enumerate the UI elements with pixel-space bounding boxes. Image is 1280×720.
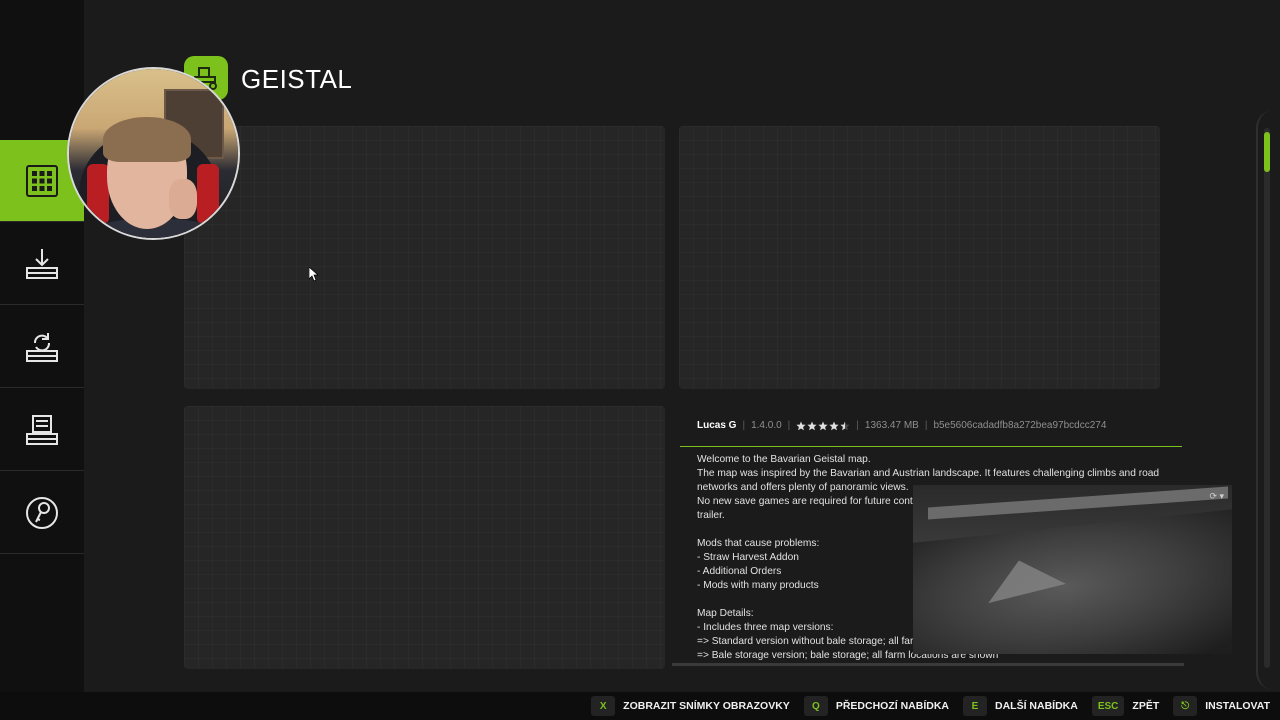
star-icon	[829, 421, 839, 430]
description-line: The map was inspired by the Bavarian and…	[697, 468, 1160, 479]
mod-meta: Lucas G | 1.4.0.0 | | 1363.47 MB | b5e56…	[697, 420, 1107, 431]
star-icon	[796, 421, 806, 430]
rating-stars	[796, 421, 850, 431]
footer-action-label: INSTALOVAT	[1205, 700, 1270, 712]
description-bottom-border	[672, 663, 1184, 666]
footer-action-label: ZPĚT	[1132, 700, 1160, 712]
page-title: GEISTAL	[241, 64, 353, 94]
star-icon	[840, 421, 850, 430]
key-hint: E	[963, 696, 987, 716]
sidebar-item-dlc[interactable]	[0, 472, 84, 554]
footer-action-label: PŘEDCHOZÍ NABÍDKA	[835, 700, 949, 712]
footer-action-zobrazit-snímky-obrazovky[interactable]: X ZOBRAZIT SNÍMKY OBRAZOVKY	[591, 696, 790, 716]
footer-action-další-nabídka[interactable]: E DALŠÍ NABÍDKA	[963, 696, 1078, 716]
video-overlay: ⟳ ▾	[913, 485, 1232, 654]
footer-action-předchozí-nabídka[interactable]: Q PŘEDCHOZÍ NABÍDKA	[803, 696, 949, 716]
key-icon	[26, 496, 58, 529]
screenshot-thumbnail-2[interactable]	[679, 126, 1160, 389]
key-hint: ESC	[1091, 696, 1125, 716]
screenshot-thumbnail-1[interactable]	[184, 126, 665, 389]
footer-action-instalovat[interactable]: ⎋ INSTALOVAT	[1173, 696, 1270, 716]
footer-action-zpět[interactable]: ESC ZPĚT	[1091, 696, 1160, 716]
mod-hash: b5e5606cadadfb8a272bea97bcdcc274	[933, 420, 1107, 431]
footer-action-bar: X ZOBRAZIT SNÍMKY OBRAZOVKY Q PŘEDCHOZÍ NAB…	[0, 692, 1280, 720]
mod-version: 1.4.0.0	[751, 420, 782, 431]
sidebar-item-installed[interactable]	[0, 389, 84, 471]
mod-author: Lucas G	[697, 420, 737, 431]
footer-action-label: ZOBRAZIT SNÍMKY OBRAZOVKY	[623, 700, 790, 712]
webcam-overlay	[67, 67, 240, 240]
scrollbar-thumb[interactable]	[1264, 132, 1270, 172]
screenshot-thumbnail-3[interactable]	[184, 406, 665, 669]
star-icon	[818, 421, 828, 430]
download-icon	[26, 248, 58, 279]
mouse-cursor-icon	[309, 267, 319, 281]
refresh-icon	[26, 332, 58, 362]
footer-action-label: DALŠÍ NABÍDKA	[995, 700, 1078, 712]
video-status-icons: ⟳ ▾	[1209, 491, 1224, 501]
sidebar-item-update[interactable]	[0, 306, 84, 388]
key-hint: X	[591, 696, 616, 716]
scrollbar-track[interactable]	[1264, 128, 1270, 668]
mod-size: 1363.47 MB	[864, 420, 919, 431]
storage-icon	[26, 414, 58, 445]
key-hint: ⎋	[1173, 696, 1198, 716]
description-line: Welcome to the Bavarian Geistal map.	[697, 454, 871, 465]
meta-divider	[680, 446, 1182, 447]
grid-icon	[26, 164, 58, 197]
star-icon	[807, 421, 817, 430]
key-hint: Q	[803, 696, 828, 716]
